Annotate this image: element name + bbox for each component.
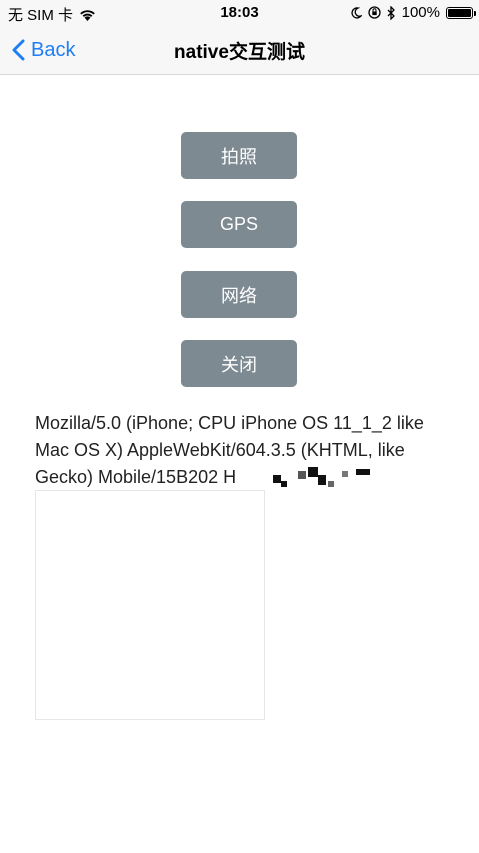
photo-button[interactable]: 拍照 [181, 132, 297, 179]
status-bar: 无 SIM 卡 18:03 100% [0, 0, 479, 27]
moon-icon [351, 6, 362, 19]
page-title: native交互测试 [174, 42, 305, 63]
orientation-lock-icon [367, 6, 381, 19]
battery-percent: 100% [401, 4, 440, 21]
navigation-bar: Back native交互测试 [0, 27, 479, 75]
battery-icon [446, 6, 476, 19]
image-preview [35, 490, 265, 720]
status-right: 100% [351, 4, 476, 21]
gps-button[interactable]: GPS [181, 201, 297, 248]
network-button[interactable]: 网络 [181, 271, 297, 318]
redacted-mosaic [240, 463, 380, 493]
bluetooth-icon [387, 5, 395, 20]
close-button[interactable]: 关闭 [181, 340, 297, 387]
